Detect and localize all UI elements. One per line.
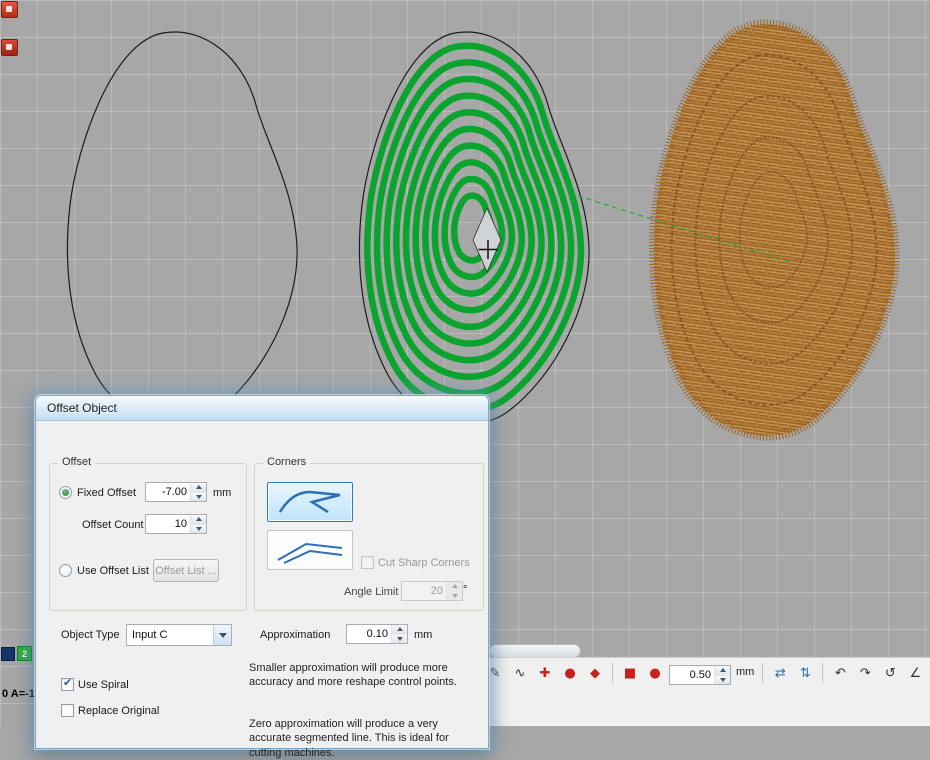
approximation-input[interactable] xyxy=(347,625,391,643)
spin-down-icon[interactable] xyxy=(392,635,407,644)
add-point-icon[interactable]: ✚ xyxy=(534,662,556,684)
toolbar-separator xyxy=(612,663,613,683)
angle-tool-icon[interactable]: ∠ xyxy=(904,662,926,684)
offset-groupbox: Offset Fixed Offset mm Offset Count xyxy=(49,463,247,611)
horizontal-scrollbar-thumb[interactable] xyxy=(489,644,581,658)
fixed-offset-stepper[interactable] xyxy=(145,482,207,502)
toolbox-icon-red-1[interactable] xyxy=(1,1,18,18)
spin-up-icon[interactable] xyxy=(715,666,730,676)
stitch-length-unit: mm xyxy=(736,666,754,678)
spin-down-icon xyxy=(447,592,462,601)
spin-up-icon[interactable] xyxy=(392,625,407,635)
toolbar-separator xyxy=(822,663,823,683)
sharp-corner-icon xyxy=(270,484,350,518)
spin-down-icon[interactable] xyxy=(191,493,206,502)
approximation-stepper[interactable] xyxy=(346,624,408,644)
cut-corner-icon xyxy=(270,532,350,566)
approximation-help-text-2: Zero approximation will produce a very a… xyxy=(249,717,481,760)
offset-count-label: Offset Count xyxy=(82,519,144,531)
cut-corner-style-button[interactable] xyxy=(267,530,353,570)
chevron-down-icon[interactable] xyxy=(213,625,231,645)
dialog-body: Offset Fixed Offset mm Offset Count xyxy=(36,421,488,748)
offset-count-input[interactable] xyxy=(146,515,190,533)
object-type-label: Object Type xyxy=(61,629,120,641)
curve-tool-icon[interactable]: ∿ xyxy=(509,662,531,684)
use-spiral-checkbox[interactable] xyxy=(61,678,74,691)
entry-point-icon[interactable]: ■ xyxy=(619,662,641,684)
rotate-reset-icon[interactable]: ↺ xyxy=(879,662,901,684)
flip-horizontal-icon[interactable]: ⇄ xyxy=(769,662,791,684)
outline-shape xyxy=(67,32,297,424)
stitch-length-stepper[interactable] xyxy=(669,665,731,685)
fixed-offset-input[interactable] xyxy=(146,483,190,501)
fixed-offset-unit: mm xyxy=(213,487,231,499)
corners-groupbox: Corners Cut Sharp Corners Angle Limit xyxy=(254,463,484,611)
corners-group-label: Corners xyxy=(263,456,310,468)
replace-original-label: Replace Original xyxy=(78,705,159,717)
use-offset-list-radio[interactable] xyxy=(59,564,72,577)
dialog-title: Offset Object xyxy=(47,401,117,415)
use-spiral-label: Use Spiral xyxy=(78,679,129,691)
stitched-shape xyxy=(654,24,895,435)
stitch-length-input[interactable] xyxy=(670,666,714,684)
fixed-offset-radio[interactable] xyxy=(59,486,72,499)
cut-sharp-corners-label: Cut Sharp Corners xyxy=(378,557,470,569)
object-type-value: Input C xyxy=(127,625,213,645)
spin-down-icon[interactable] xyxy=(715,676,730,685)
offset-count-stepper[interactable] xyxy=(145,514,207,534)
exit-point-icon[interactable]: ● xyxy=(644,662,666,684)
replace-original-checkbox[interactable] xyxy=(61,704,74,717)
angle-limit-unit: ° xyxy=(463,584,467,596)
layer-badges: 2 xyxy=(1,646,32,661)
toolbar-separator xyxy=(762,663,763,683)
rotate-ccw-icon[interactable]: ↶ xyxy=(829,662,851,684)
spin-up-icon[interactable] xyxy=(191,483,206,493)
fixed-offset-label: Fixed Offset xyxy=(77,487,136,499)
offset-list-button[interactable]: Offset List ... xyxy=(153,559,219,582)
diamond-point-icon[interactable]: ◆ xyxy=(584,662,606,684)
spin-up-icon xyxy=(447,582,462,592)
object-type-dropdown[interactable]: Input C xyxy=(126,624,232,646)
spin-down-icon[interactable] xyxy=(191,525,206,534)
stitch-marker-icon[interactable]: ● xyxy=(559,662,581,684)
angle-limit-stepper xyxy=(401,581,463,601)
offset-group-label: Offset xyxy=(58,456,95,468)
flip-vertical-icon[interactable]: ⇅ xyxy=(794,662,816,684)
cut-sharp-corners-checkbox[interactable] xyxy=(361,556,374,569)
approximation-unit: mm xyxy=(414,629,432,641)
dialog-titlebar[interactable]: Offset Object xyxy=(36,396,488,421)
use-offset-list-label: Use Offset List xyxy=(77,565,149,577)
offset-object-dialog: Offset Object Offset Fixed Offset mm Off… xyxy=(35,395,489,749)
layer-color-swatch[interactable] xyxy=(1,647,15,661)
spiral-offset-shape xyxy=(359,32,589,424)
spin-up-icon[interactable] xyxy=(191,515,206,525)
layer-number-badge[interactable]: 2 xyxy=(17,646,32,661)
bottom-toolbar: ✎ ∿ ✚ ● ◆ ■ ● mm ⇄ ⇅ ↶ ↷ ↺ ∠ xyxy=(478,657,930,726)
angle-limit-input xyxy=(402,582,446,600)
rotate-cw-icon[interactable]: ↷ xyxy=(854,662,876,684)
angle-limit-label: Angle Limit xyxy=(344,586,398,598)
approximation-label: Approximation xyxy=(260,629,330,641)
sharp-corner-style-button[interactable] xyxy=(267,482,353,522)
toolbox-icon-red-2[interactable] xyxy=(1,39,18,56)
approximation-help-text-1: Smaller approximation will produce more … xyxy=(249,661,481,690)
